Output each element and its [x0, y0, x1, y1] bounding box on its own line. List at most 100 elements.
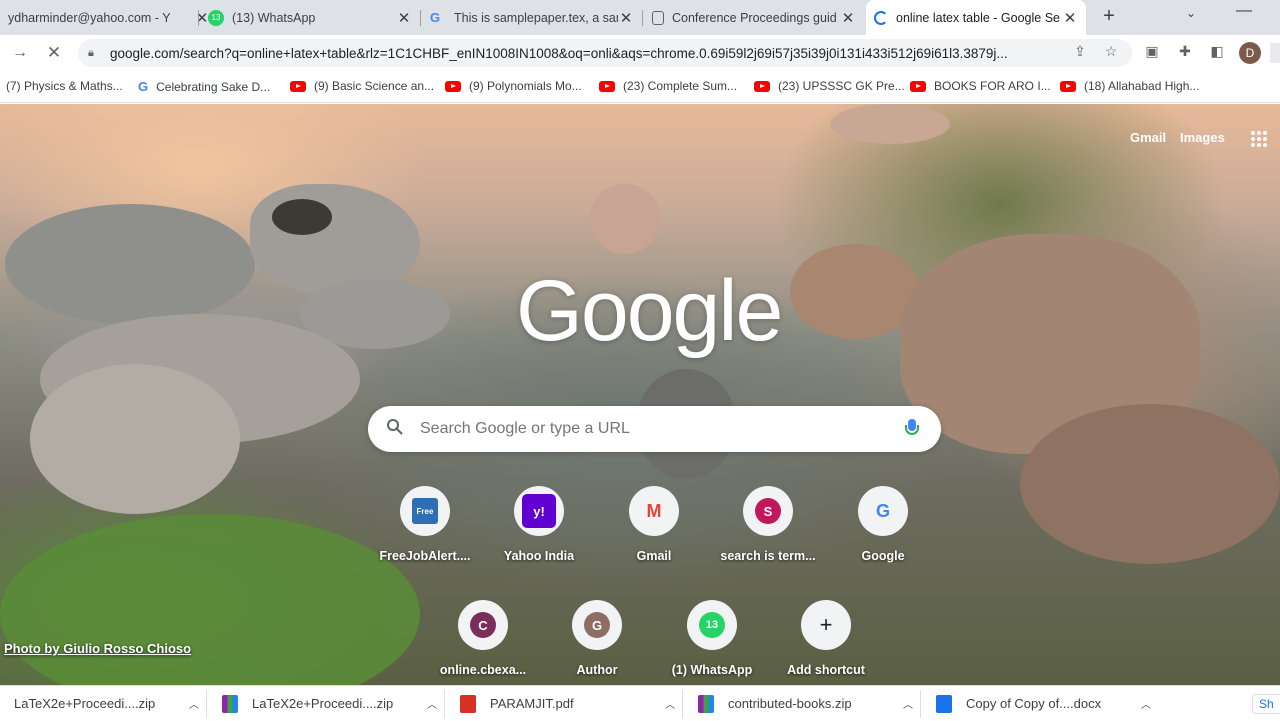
address-bar[interactable]: 🔒︎ google.com/search?q=online+latex+tabl…	[78, 39, 1132, 67]
chevron-up-icon[interactable]: ︿	[900, 696, 916, 711]
download-item[interactable]: LaTeX2e+Proceedi....zip ︿	[14, 686, 202, 721]
shortcut-search-is-term[interactable]: S search is term...	[712, 486, 824, 563]
shortcut-online-cbexa[interactable]: C online.cbexa...	[427, 600, 539, 677]
yahoo-icon: y!	[522, 494, 556, 528]
shortcut-label: Yahoo India	[503, 549, 575, 563]
letter-c-icon: C	[470, 612, 496, 638]
close-icon[interactable]: ✕	[618, 9, 634, 27]
bookmark-item[interactable]: G Celebrating Sake D...	[138, 79, 270, 94]
zip-icon	[222, 694, 238, 713]
pdf-icon	[460, 694, 476, 713]
bookmark-label: (23) UPSSSC GK Pre...	[778, 79, 905, 93]
letter-g-icon: G	[584, 612, 610, 638]
download-separator	[682, 690, 683, 718]
profile-avatar[interactable]: D	[1239, 42, 1261, 64]
download-filename: LaTeX2e+Proceedi....zip	[14, 696, 156, 711]
search-box[interactable]	[368, 406, 941, 452]
download-item[interactable]: contributed-books.zip ︿	[698, 686, 916, 721]
loading-spinner-icon	[874, 10, 888, 25]
shortcut-freejobalert[interactable]: Free FreeJobAlert....	[369, 486, 481, 563]
shortcut-label: Add shortcut	[787, 663, 865, 677]
shortcut-yahoo-india[interactable]: y! Yahoo India	[483, 486, 595, 563]
plus-icon: +	[819, 612, 833, 637]
youtube-icon	[445, 80, 461, 92]
tab-online-latex-table[interactable]: online latex table - Google Se ✕	[866, 0, 1086, 35]
download-filename: PARAMJIT.pdf	[490, 696, 574, 711]
whatsapp-icon: 13	[208, 9, 224, 26]
chevron-down-icon[interactable]: ⌄	[1186, 6, 1196, 20]
add-shortcut-button[interactable]: + Add shortcut	[770, 600, 882, 677]
bookmark-item[interactable]: (18) Allahabad High...	[1060, 79, 1199, 93]
tab-yahoo-mail[interactable]: ydharminder@yahoo.com - Y ✕	[0, 0, 218, 35]
bookmark-label: (9) Basic Science an...	[314, 79, 435, 93]
letter-s-icon: S	[755, 498, 781, 524]
puzzle-icon[interactable]: ✚	[1175, 41, 1195, 61]
download-item[interactable]: Copy of Copy of....docx ︿	[936, 686, 1154, 721]
download-separator	[206, 690, 207, 718]
freejobalert-icon: Free	[412, 498, 438, 524]
shortcut-label: FreeJobAlert....	[379, 549, 471, 563]
shortcut-label: (1) WhatsApp	[671, 663, 753, 677]
url-text[interactable]: google.com/search?q=online+latex+table&r…	[110, 46, 1132, 61]
images-link[interactable]: Images	[1180, 130, 1225, 145]
chevron-up-icon[interactable]: ︿	[662, 696, 678, 711]
new-tab-page: Gmail Images Google Free FreeJobAlert...…	[0, 104, 1280, 685]
download-separator	[920, 690, 921, 718]
minimize-icon[interactable]: —	[1236, 2, 1252, 20]
shortcut-author[interactable]: G Author	[541, 600, 653, 677]
bookmark-label: (18) Allahabad High...	[1084, 79, 1200, 93]
background-rock	[830, 104, 950, 144]
tab-title: online latex table - Google Se	[896, 10, 1060, 25]
chevron-up-icon[interactable]: ︿	[186, 696, 202, 711]
show-all-downloads-button[interactable]: Sh	[1252, 694, 1280, 714]
search-input[interactable]	[420, 420, 905, 438]
shortcut-label: online.cbexa...	[439, 663, 527, 677]
tab-conference[interactable]: Conference Proceedings guid ✕	[644, 0, 864, 35]
close-icon[interactable]: ✕	[840, 9, 856, 27]
tab-separator	[420, 10, 421, 26]
photo-credit-link[interactable]: Photo by Giulio Rosso Chioso	[4, 641, 191, 656]
bookmark-item[interactable]: (9) Basic Science an...	[290, 79, 434, 93]
download-filename: contributed-books.zip	[728, 696, 852, 711]
bookmark-label: (7) Physics & Maths...	[6, 79, 123, 93]
shortcut-gmail[interactable]: M Gmail	[598, 486, 710, 563]
microphone-icon[interactable]	[905, 419, 919, 439]
bookmark-label: BOOKS FOR ARO I...	[934, 79, 1051, 93]
apps-grid-icon[interactable]	[1251, 131, 1267, 147]
gmail-link[interactable]: Gmail	[1130, 130, 1166, 145]
shortcut-whatsapp[interactable]: 13 (1) WhatsApp	[656, 600, 768, 677]
extension-icon[interactable]: ▣	[1142, 41, 1162, 61]
youtube-icon	[1060, 80, 1076, 92]
tab-samplepaper[interactable]: G This is samplepaper.tex, a sam ✕	[422, 0, 642, 35]
bookmark-item[interactable]: (7) Physics & Maths...	[6, 79, 123, 93]
bookmark-item[interactable]: (23) UPSSSC GK Pre...	[754, 79, 905, 93]
bookmark-label: (23) Complete Sum...	[623, 79, 738, 93]
download-filename: LaTeX2e+Proceedi....zip	[252, 696, 394, 711]
google-logo: Google	[516, 263, 783, 359]
close-icon[interactable]: ✕	[1062, 9, 1078, 27]
google-icon: G	[875, 500, 890, 521]
bookmark-item[interactable]: (9) Polynomials Mo...	[445, 79, 582, 93]
zip-icon	[698, 694, 714, 713]
download-separator	[444, 690, 445, 718]
shortcut-google[interactable]: G Google	[827, 486, 939, 563]
star-icon[interactable]: ☆	[1101, 41, 1121, 61]
download-item[interactable]: LaTeX2e+Proceedi....zip ︿	[222, 686, 440, 721]
bookmark-label: Celebrating Sake D...	[156, 79, 271, 94]
shortcut-label: Gmail	[636, 549, 672, 563]
bookmark-item[interactable]: (23) Complete Sum...	[599, 79, 737, 93]
chevron-up-icon[interactable]: ︿	[1138, 696, 1154, 711]
download-item[interactable]: PARAMJIT.pdf ︿	[460, 686, 678, 721]
chevron-up-icon[interactable]: ︿	[424, 696, 440, 711]
side-panel-icon[interactable]: ◧	[1207, 41, 1227, 61]
bookmark-item[interactable]: BOOKS FOR ARO I...	[910, 79, 1051, 93]
share-icon[interactable]: ⇪	[1070, 41, 1090, 61]
tab-whatsapp[interactable]: 13 (13) WhatsApp ✕	[200, 0, 420, 35]
menu-icon[interactable]	[1270, 43, 1280, 63]
youtube-icon	[910, 80, 926, 92]
close-icon[interactable]: ✕	[396, 9, 412, 27]
stop-loading-icon[interactable]: ✕	[42, 41, 66, 65]
forward-arrow-icon[interactable]: →	[8, 41, 32, 65]
tab-strip: ydharminder@yahoo.com - Y ✕ 13 (13) What…	[0, 0, 1280, 35]
new-tab-button[interactable]: +	[1097, 4, 1121, 28]
